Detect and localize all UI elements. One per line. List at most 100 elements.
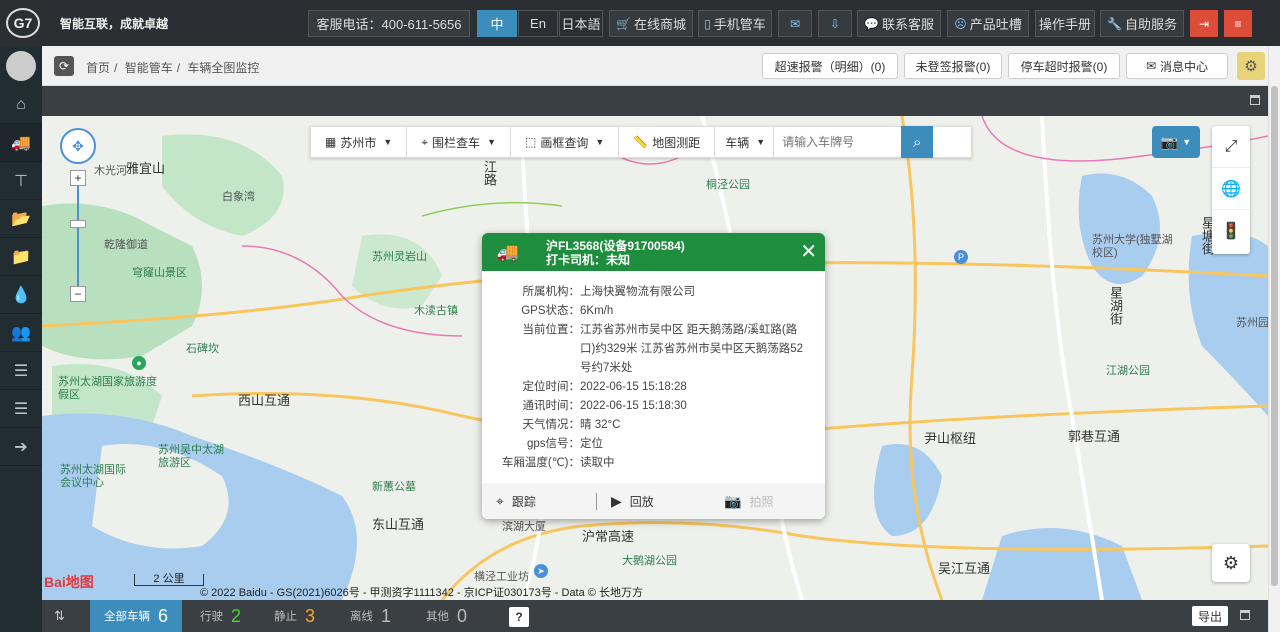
maximize-icon[interactable]: [1250, 95, 1260, 105]
fullscreen-button[interactable]: ⤢: [1212, 126, 1250, 168]
caret-down-icon: ▼: [487, 137, 496, 147]
sidebar: ⌂ 🚚 ⊤ 📂 📁 💧 👥 ☰ ☰ ➔: [0, 46, 42, 632]
caret-down-icon: ▼: [595, 137, 605, 147]
sidebar-item-folder[interactable]: 📂: [0, 200, 42, 238]
online-mall-button[interactable]: 🛒 在线商城: [609, 10, 693, 37]
map-label: 大鹅湖公园: [622, 555, 677, 567]
parking-alarm-button[interactable]: 停车超时报警(0): [1008, 53, 1120, 79]
service-phone: 客服电话：400-611-5656: [308, 10, 470, 37]
map-label: 星湖街: [1108, 286, 1123, 325]
map-label: 石碑坎: [186, 343, 219, 355]
stat-count: 3: [305, 605, 316, 626]
refresh-button[interactable]: ⟳: [54, 56, 74, 76]
info-row: 定位时间： 2022-06-15 15:18:28: [522, 381, 687, 393]
help-button[interactable]: ?: [509, 607, 529, 627]
logout-button[interactable]: ⇥: [1190, 10, 1218, 37]
map-label: 雅宜山: [126, 161, 166, 176]
search-button[interactable]: ⌕: [901, 126, 934, 158]
sidebar-item-more[interactable]: ➔: [0, 428, 42, 466]
photo-button[interactable]: 📷 拍照: [710, 493, 824, 510]
stat-other[interactable]: 其他 0: [426, 600, 467, 632]
map-area[interactable]: 雅宜山 白象湾 乾隆御道 穹窿山景区 苏州灵岩山 木渎古镇 石碑坎 苏州太湖国家…: [42, 116, 1268, 600]
map-header-bar: [42, 86, 1268, 116]
menu-button[interactable]: ≡: [1224, 10, 1252, 37]
sidebar-item-fuel[interactable]: 💧: [0, 276, 42, 314]
lang-zh-button[interactable]: 中: [477, 10, 517, 37]
search-type-select[interactable]: 车辆 ▼: [715, 127, 773, 157]
zoom-out-button[interactable]: −: [70, 286, 86, 302]
g7-logo[interactable]: G7: [6, 8, 40, 38]
map-label: 苏州吴中太湖旅游区: [158, 444, 224, 469]
vehicle-driver: 打卡司机：未知: [546, 253, 631, 267]
breadcrumb-home[interactable]: 首页: [86, 61, 110, 75]
page-settings-button[interactable]: ⚙: [1237, 52, 1265, 80]
sidebar-item-folder2[interactable]: 📁: [0, 238, 42, 276]
map-label: 滨湖大厦: [502, 521, 546, 533]
stat-all-vehicles[interactable]: 全部车辆 6: [90, 600, 182, 632]
manual-button[interactable]: 操作手册: [1035, 10, 1095, 37]
close-icon[interactable]: ✕: [800, 239, 817, 264]
message-center-button[interactable]: ✉ 消息中心: [1126, 53, 1228, 79]
sidebar-item-truck[interactable]: 🚚: [0, 124, 42, 162]
sidebar-item-home[interactable]: ⌂: [0, 86, 42, 124]
map-label: 苏州园: [1236, 317, 1268, 329]
slogan: 智能互联，成就卓越: [60, 17, 169, 31]
fence-search-select[interactable]: ⌖ 围栏查车 ▼: [407, 127, 511, 157]
city-select[interactable]: ▦ 苏州市 ▼: [311, 127, 408, 157]
map-label: 白象湾: [222, 191, 255, 203]
map-label: 苏州太湖国际会议中心: [60, 464, 126, 489]
map-label: 郭巷互通: [1068, 429, 1121, 444]
breadcrumb: 首页 / 智能管车 / 车辆全图监控: [86, 61, 260, 75]
parking-icon[interactable]: P: [954, 250, 968, 264]
lang-en-button[interactable]: En: [518, 10, 558, 37]
sidebar-item-list[interactable]: ☰: [0, 352, 42, 390]
avatar[interactable]: [0, 46, 42, 86]
product-feedback-button[interactable]: ☹ 产品吐槽: [947, 10, 1029, 37]
mail-button[interactable]: ✉: [778, 10, 812, 37]
lang-ja-button[interactable]: 日本語: [559, 10, 603, 37]
stat-count: 2: [231, 605, 242, 626]
contact-service-button[interactable]: 💬 联系客服: [857, 10, 941, 37]
stat-driving[interactable]: 行驶 2: [200, 600, 241, 632]
not-logged-alarm-button[interactable]: 未登签报警(0): [904, 53, 1002, 79]
truck-icon: 🚚: [496, 241, 520, 262]
sidebar-item-org[interactable]: ⊤: [0, 162, 42, 200]
maximize-icon[interactable]: [1240, 610, 1250, 620]
track-button[interactable]: ⌖ 跟踪: [482, 493, 596, 510]
page-scrollbar[interactable]: [1268, 46, 1280, 632]
stat-offline[interactable]: 离线 1: [350, 600, 391, 632]
measure-tool[interactable]: 📏 地图测距: [619, 127, 716, 157]
screenshot-button[interactable]: 📷 ▼: [1152, 126, 1200, 158]
folder-open-icon: 📂: [11, 210, 31, 228]
crosshair-icon: ⌖: [496, 492, 504, 509]
map-label: 江路: [482, 160, 497, 186]
speeding-alarm-button[interactable]: 超速报警（明细）(0): [762, 53, 898, 79]
zoom-slider-handle[interactable]: [70, 220, 86, 228]
map-settings-button[interactable]: ⚙: [1212, 544, 1250, 582]
map-pan-control[interactable]: ✥: [60, 128, 96, 164]
vehicle-plate: 沪FL3568(设备91700584): [546, 239, 685, 253]
map-label: 木光河: [94, 165, 127, 177]
breadcrumb-smart-fleet[interactable]: 智能管车: [125, 61, 173, 75]
gear-icon: ⚙: [1244, 58, 1258, 75]
sidebar-item-users[interactable]: 👥: [0, 314, 42, 352]
navigation-icon[interactable]: ➤: [534, 564, 548, 578]
stat-stationary[interactable]: 静止 3: [274, 600, 315, 632]
sidebar-item-list2[interactable]: ☰: [0, 390, 42, 428]
refresh-icon: ⟳: [58, 59, 70, 73]
plate-search-input[interactable]: [773, 127, 902, 157]
download-button[interactable]: ⇩: [818, 10, 852, 37]
playback-button[interactable]: ▶ 回放: [596, 492, 710, 510]
zoom-in-button[interactable]: +: [70, 170, 86, 186]
export-button[interactable]: 导出: [1192, 606, 1228, 626]
mobile-manage-button[interactable]: ▯ 手机管车: [698, 10, 772, 37]
sort-icon[interactable]: ⇅: [54, 608, 65, 624]
map-label: 东山互通: [372, 517, 425, 532]
box-select-tool[interactable]: ⬚ 画框查询 ▼: [511, 127, 620, 157]
map-label: 江湖公园: [1106, 365, 1150, 377]
map-label: 尹山枢纽: [924, 431, 977, 446]
globe-button[interactable]: 🌐: [1212, 168, 1250, 210]
self-service-button[interactable]: 🔧 自助服务: [1100, 10, 1184, 37]
map-poi-icon[interactable]: ●: [132, 356, 146, 370]
traffic-button[interactable]: 🚦: [1212, 210, 1250, 252]
